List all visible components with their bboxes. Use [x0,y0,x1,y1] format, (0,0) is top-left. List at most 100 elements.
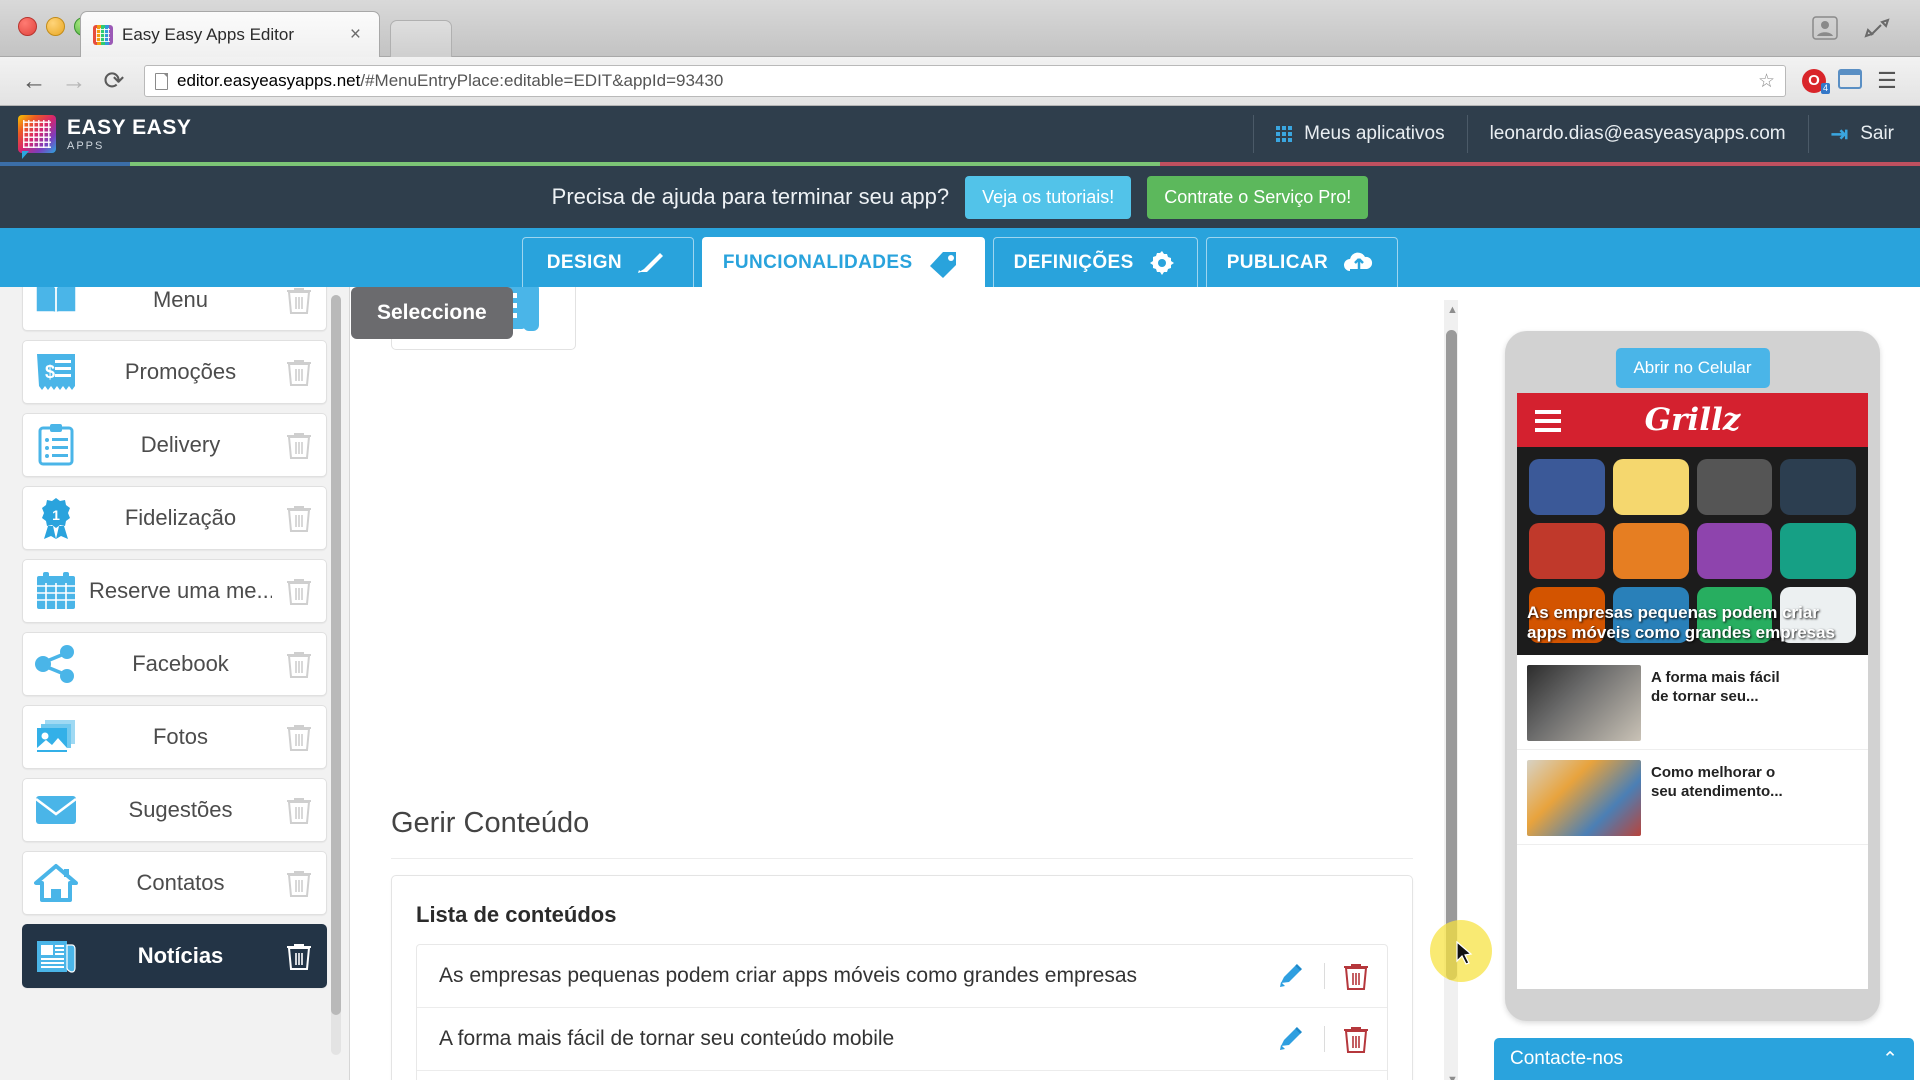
select-image-button[interactable]: Seleccione [351,287,513,339]
content-list: As empresas pequenas podem criar apps mó… [416,944,1388,1080]
preview-app-logo: Grillz [1644,402,1741,438]
tutorials-button[interactable]: Veja os tutoriais! [965,175,1132,219]
share-icon [23,644,89,684]
content-card: Lista de conteúdos As empresas pequenas … [391,875,1413,1080]
minimize-window-icon[interactable] [46,17,65,36]
sidebar-item-not-cias[interactable]: Notícias [22,924,327,988]
my-apps-label: Meus aplicativos [1304,123,1445,144]
browser-titlebar: Easy Easy Apps Editor × [0,0,1920,57]
delete-feature-icon[interactable] [272,868,326,898]
tab-publicar[interactable]: PUBLICAR [1205,237,1399,287]
tab-funcionalidades[interactable]: FUNCIONALIDADES [701,237,985,287]
browser-tab[interactable]: Easy Easy Apps Editor × [80,11,380,57]
browser-menu-icon[interactable]: ☰ [1868,68,1906,94]
preview-hero[interactable]: As empresas pequenas podem criar apps mó… [1517,447,1868,655]
tab-design[interactable]: DESIGN [521,237,694,287]
hire-pro-service-button[interactable]: Contrate o Serviço Pro! [1147,175,1369,219]
sidebar-item-label: Menu [152,287,209,312]
account-email-label: leonardo.dias@easyeasyapps.com [1489,123,1786,144]
fullscreen-icon[interactable] [1860,14,1894,42]
forward-icon[interactable]: → [54,67,94,96]
sidebar-item-facebook[interactable]: Facebook [22,632,327,696]
logout-icon: ⇥ [1830,122,1849,146]
sidebar-item-label: Notícias [137,943,224,968]
sidebar-item-label: Contatos [136,870,225,895]
profile-icon[interactable] [1808,14,1842,42]
sidebar-scrollbar[interactable] [331,295,341,1055]
delete-feature-icon[interactable] [272,503,326,533]
delete-feature-icon[interactable] [272,649,326,679]
preview-list-item[interactable]: A forma mais fácil de tornar seu... [1517,655,1868,750]
sidebar-item-menu[interactable]: Menu [22,287,327,331]
contact-us-label: Contacte-nos [1510,1048,1624,1069]
delete-feature-icon[interactable] [272,430,326,460]
page-info-icon [155,72,168,90]
window-extension-icon[interactable] [1832,68,1868,95]
photos-icon [23,717,89,757]
content-row-title: A forma mais fácil de tornar seu conteúd… [439,1027,895,1050]
pencil-icon[interactable] [1262,1025,1324,1053]
logout-label: Sair [1860,123,1894,144]
brand-line2: APPS [67,139,105,152]
easyeasy-logo-icon [18,115,56,159]
bookmark-star-icon[interactable]: ☆ [1758,70,1775,93]
address-bar[interactable]: editor.easyeasyapps.net/#MenuEntryPlace:… [144,65,1786,97]
book-icon [23,287,89,320]
contact-us-widget[interactable]: Contacte-nos ⌃ [1494,1038,1914,1080]
pencil-icon[interactable] [1262,962,1324,990]
preview-item-thumbnail [1527,665,1641,741]
delete-feature-icon[interactable] [272,941,326,971]
brush-icon [635,250,669,276]
new-tab-button[interactable] [390,20,452,57]
help-banner-text: Precisa de ajuda para terminar seu app? [551,184,950,209]
trash-icon[interactable] [1325,1024,1387,1054]
account-email[interactable]: leonardo.dias@easyeasyapps.com [1466,115,1808,153]
extension-badge: 4 [1820,83,1830,94]
open-on-mobile-button[interactable]: Abrir no Celular [1615,348,1770,388]
my-apps-link[interactable]: Meus aplicativos [1253,115,1466,153]
sidebar-item-reserve-uma-me[interactable]: Reserve uma me... [22,559,327,623]
opera-extension-icon[interactable]: O 4 [1796,69,1832,94]
delete-feature-icon[interactable] [272,722,326,752]
delete-feature-icon[interactable] [272,576,326,606]
preview-list-item[interactable]: Como melhorar o seu atendimento... [1517,750,1868,845]
logout-button[interactable]: ⇥ Sair [1807,115,1920,153]
scroll-down-arrow-icon[interactable]: ▼ [1447,1074,1458,1080]
sidebar-item-label: Fotos [152,724,209,749]
trash-icon[interactable] [1325,961,1387,991]
scroll-up-arrow-icon[interactable]: ▲ [1447,304,1458,316]
coupon-icon: $ [23,351,89,393]
sidebar-item-sugest-es[interactable]: Sugestões [22,778,327,842]
content-row-title: As empresas pequenas podem criar apps mó… [439,964,1138,987]
preview-hero-caption: As empresas pequenas podem criar apps mó… [1527,602,1836,642]
clipboard-icon [23,423,89,467]
sidebar-item-fotos[interactable]: Fotos [22,705,327,769]
sidebar-item-label: Reserve uma me... [89,578,272,603]
app-root: Easy Easy Apps Editor × ← → ⟳ editor.eas… [0,0,1920,1080]
tab-funcionalidades-label: FUNCIONALIDADES [722,251,913,273]
brand-logo[interactable]: EASY EASY APPS [0,115,191,159]
content-row[interactable]: A forma mais fácil de tornar seu conteúd… [417,1008,1387,1071]
content-row[interactable]: As empresas pequenas podem criar apps mó… [417,945,1387,1008]
hamburger-menu-icon[interactable] [1535,410,1561,437]
reload-icon[interactable]: ⟳ [94,66,134,96]
sidebar-item-fideliza-o[interactable]: 1 Fidelização [22,486,327,550]
site-header: EASY EASY APPS Meus aplicativos leonardo… [0,106,1920,162]
back-icon[interactable]: ← [14,67,54,96]
sidebar-item-promo-es[interactable]: $ Promoções [22,340,327,404]
delete-feature-icon[interactable] [272,287,326,315]
sidebar-item-contatos[interactable]: Contatos [22,851,327,915]
tab-definicoes[interactable]: DEFINIÇÕES [992,237,1198,287]
close-window-icon[interactable] [18,17,37,36]
delete-feature-icon[interactable] [272,795,326,825]
delete-feature-icon[interactable] [272,357,326,387]
browser-tab-title: Easy Easy Apps Editor [122,24,294,44]
content-row[interactable]: Como melhorar o seu atendimento ao clien… [417,1071,1387,1080]
main-scrollbar-thumb[interactable] [1446,330,1457,980]
close-tab-icon[interactable]: × [344,24,367,46]
upload-cloud-icon [1341,250,1377,276]
svg-text:1: 1 [52,507,60,523]
phone-screen: Grillz As empresas pequenas podem criar … [1517,393,1868,989]
sidebar-item-delivery[interactable]: Delivery [22,413,327,477]
help-banner: Precisa de ajuda para terminar seu app? … [0,166,1920,228]
